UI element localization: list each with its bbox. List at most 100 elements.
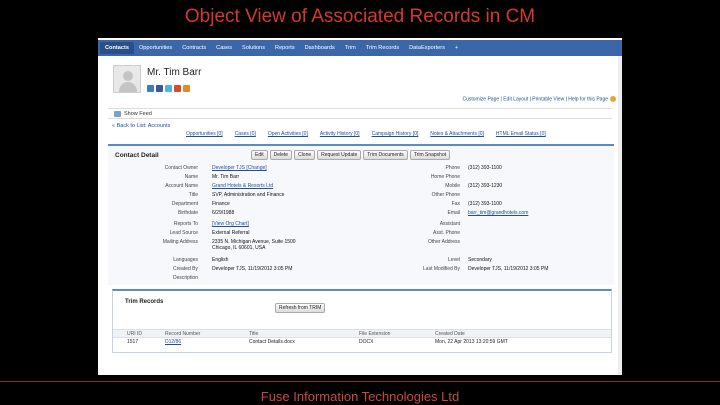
tab-opportunities[interactable]: Opportunities <box>134 42 177 54</box>
field-label: Department <box>171 201 198 207</box>
title-value: SVP, Administration and Finance <box>212 192 285 198</box>
request-update-button[interactable]: Request Update <box>317 150 362 160</box>
field-label: Mobile <box>445 183 460 189</box>
related-link[interactable]: Open Activities [0] <box>268 131 308 137</box>
field-label: Created By <box>172 266 198 272</box>
field-label: Level <box>448 257 460 263</box>
refresh-from-trim-wrapper: Refresh from TRIM <box>275 296 326 314</box>
tab-add-more[interactable]: + <box>450 42 463 54</box>
tab-data-exporters[interactable]: DataExporters <box>404 42 450 54</box>
related-link[interactable]: Cases [0] <box>235 131 256 137</box>
field-label: Other Address <box>428 239 460 245</box>
trim-records-table: URI ID Record Number Title File Extensio… <box>113 329 611 348</box>
slide-footer: Fuse Information Technologies Ltd <box>260 389 460 404</box>
table-header: URI ID Record Number Title File Extensio… <box>113 329 611 338</box>
tab-trim[interactable]: Trim <box>340 42 361 54</box>
feed-icon <box>114 110 121 117</box>
linkedin-icon[interactable] <box>147 85 154 92</box>
slide-title: Object View of Associated Records in CM <box>184 6 536 27</box>
avatar-head <box>123 71 133 81</box>
twitter-icon[interactable] <box>165 85 172 92</box>
related-link[interactable]: Opportunities [0] <box>186 131 223 137</box>
title-cell: Contact Details.docx <box>249 339 295 345</box>
mailing-address-line2: Chicago, IL 60601, USA <box>212 245 266 251</box>
last-modified-value: Developer TJS, 11/19/2012 3:05 PM <box>468 266 549 272</box>
facebook-icon[interactable] <box>156 85 163 92</box>
name-value: Mr. Tim Barr <box>212 174 240 180</box>
file-extension-cell: DOCX <box>359 339 374 345</box>
show-feed-label[interactable]: Show Feed <box>124 111 152 117</box>
feed-bar[interactable]: Show Feed <box>108 108 612 119</box>
view-org-chart-link[interactable]: [View Org Chart] <box>212 221 249 227</box>
back-to-list-link[interactable]: « Back to List: Accounts <box>112 123 170 129</box>
refresh-from-trim-button[interactable]: Refresh from TRIM <box>275 303 326 313</box>
birthdate-value: 6/29/1988 <box>212 210 235 216</box>
field-label: Last Modified By <box>423 266 460 272</box>
field-label: Other Phone <box>431 192 460 198</box>
trim-documents-button[interactable]: Trim Documents <box>363 150 408 160</box>
youtube-icon[interactable] <box>174 85 181 92</box>
field-label: Asst. Phone <box>433 230 460 236</box>
tab-trim-records[interactable]: Trim Records <box>361 42 404 54</box>
tab-bar: Contacts Opportunities Contracts Cases S… <box>98 40 622 56</box>
languages-value: English <box>212 257 229 263</box>
field-label: Languages <box>173 257 198 263</box>
column-header[interactable]: Record Number <box>165 331 200 337</box>
field-label: Reports To <box>173 221 198 227</box>
related-link[interactable]: HTML Email Status [0] <box>496 131 546 137</box>
mobile-value: (312) 393-1230 <box>468 183 503 189</box>
tab-dashboards[interactable]: Dashboards <box>300 42 340 54</box>
created-by-value: Developer TJS, 11/19/2012 3:05 PM <box>212 266 293 272</box>
field-label: Description <box>172 275 198 281</box>
tab-contacts[interactable]: Contacts <box>100 42 134 54</box>
detail-toolbar: Edit Delete Clone Request Update Trim Do… <box>251 150 451 160</box>
field-label: Fax <box>451 201 460 207</box>
clone-button[interactable]: Clone <box>294 150 316 160</box>
section-title: Contact Detail <box>115 152 159 159</box>
field-label: Lead Source <box>169 230 198 236</box>
contact-detail-section: Contact Detail Edit Delete Clone Request… <box>108 144 614 285</box>
field-label: Account Name <box>165 183 198 189</box>
delete-button[interactable]: Delete <box>269 150 293 160</box>
page-actions-links[interactable]: Customize Page | Edit Layout | Printable… <box>462 96 608 102</box>
level-value: Secondary <box>468 257 492 263</box>
related-list-links: Opportunities [0] Cases [0] Open Activit… <box>186 131 546 137</box>
related-link[interactable]: Campaign History [0] <box>372 131 419 137</box>
phone-value: (312) 393-1100 <box>468 165 502 171</box>
help-icon[interactable] <box>610 96 616 102</box>
column-header[interactable]: Title <box>249 331 258 337</box>
trim-records-title: Trim Records <box>125 299 164 305</box>
created-date-cell: Mon, 22 Apr 2013 13:20:59 GMT <box>435 339 508 345</box>
column-header[interactable]: File Extension <box>359 331 390 337</box>
field-label: Mailing Address <box>162 239 198 245</box>
column-header[interactable]: URI ID <box>127 331 142 337</box>
table-row[interactable]: 1517 D12/86 Contact Details.docx DOCX Mo… <box>113 338 611 348</box>
fax-value: (312) 393-1100 <box>468 201 502 207</box>
field-label: Title <box>188 192 198 198</box>
lead-source-value: External Referral <box>212 230 250 236</box>
field-label: Contact Owner <box>164 165 198 171</box>
field-label: Birthdate <box>177 210 198 216</box>
tab-solutions[interactable]: Solutions <box>237 42 270 54</box>
column-header[interactable]: Created Date <box>435 331 465 337</box>
field-label: Assistant <box>439 221 460 227</box>
edit-button[interactable]: Edit <box>251 150 268 160</box>
scrollbar[interactable] <box>618 56 622 375</box>
related-link[interactable]: Activity History [0] <box>320 131 360 137</box>
salesforce-screenshot: Contacts Opportunities Contracts Cases S… <box>98 38 622 375</box>
rss-icon[interactable] <box>183 85 190 92</box>
field-label: Name <box>184 174 198 180</box>
record-number-link[interactable]: D12/86 <box>165 339 181 345</box>
account-name-link[interactable]: Grand Hotels & Resorts Ltd <box>212 183 273 189</box>
social-icons <box>147 85 190 92</box>
page-title: Mr. Tim Barr <box>147 67 202 78</box>
email-link[interactable]: barr_tim@grandhotels.com <box>468 210 528 216</box>
trim-snapshot-button[interactable]: Trim Snapshot <box>409 150 451 160</box>
tab-cases[interactable]: Cases <box>211 42 237 54</box>
header-links[interactable]: Customize Page | Edit Layout | Printable… <box>462 96 616 102</box>
contact-owner-value[interactable]: Developer TJS [Change] <box>212 165 267 171</box>
footer-divider <box>0 381 720 382</box>
related-link[interactable]: Notes & Attachments [0] <box>430 131 484 137</box>
tab-reports[interactable]: Reports <box>270 42 300 54</box>
tab-contracts[interactable]: Contracts <box>177 42 211 54</box>
